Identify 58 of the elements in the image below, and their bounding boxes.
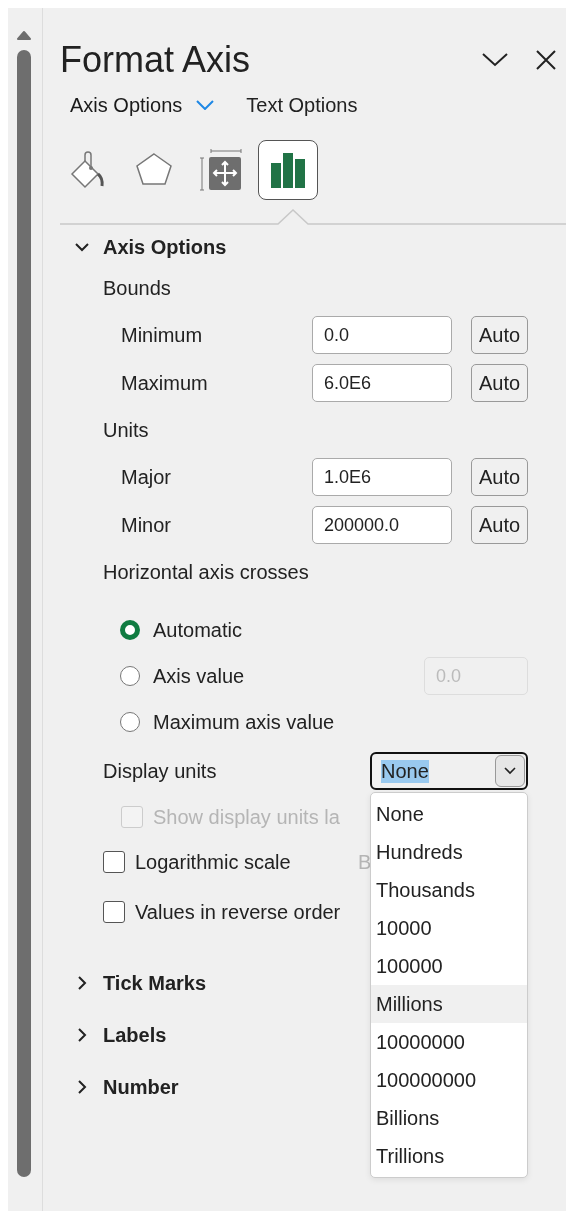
field-label: Maximum — [121, 371, 209, 395]
scroll-up-icon[interactable] — [16, 30, 32, 40]
options-tab[interactable]: Text Options — [246, 93, 358, 117]
input-field[interactable]: 1.0E6 — [312, 458, 452, 496]
radio-label[interactable]: Maximum axis value — [153, 710, 528, 734]
radio-button[interactable] — [120, 712, 140, 732]
input-field[interactable]: 200000.0 — [312, 506, 452, 544]
field-label: B — [358, 850, 372, 874]
chevron-down-icon — [196, 100, 215, 110]
input-field[interactable]: 0.0 — [312, 316, 452, 354]
close-icon[interactable] — [536, 50, 556, 70]
radio-label[interactable]: Automatic — [153, 618, 528, 642]
section-title[interactable]: Labels — [103, 1023, 167, 1047]
menu-item[interactable]: Millions — [371, 985, 527, 1023]
checkbox[interactable] — [103, 901, 125, 923]
chevron-down-icon — [504, 767, 516, 775]
checkbox-label[interactable]: Logarithmic scale — [135, 850, 358, 874]
dropdown-value: None — [381, 759, 429, 783]
dropdown-button[interactable] — [495, 755, 525, 787]
radio-button[interactable] — [120, 620, 140, 640]
group-heading: Bounds — [103, 276, 171, 300]
icon-tab[interactable] — [258, 140, 318, 200]
chevron-down-icon[interactable] — [482, 53, 508, 67]
options-tab[interactable]: Axis Options — [70, 93, 215, 117]
pane-title: Format Axis — [60, 39, 252, 81]
menu-item[interactable]: Billions — [371, 1099, 527, 1137]
input-field[interactable]: 6.0E6 — [312, 364, 452, 402]
section-title[interactable]: Tick Marks — [103, 971, 207, 995]
auto-button[interactable]: Auto — [471, 364, 528, 402]
menu-item[interactable]: Thousands — [371, 871, 527, 909]
menu-item[interactable]: None — [371, 795, 527, 833]
dropdown[interactable]: None — [370, 752, 528, 790]
group-heading: Horizontal axis crosses — [103, 560, 309, 584]
section-title[interactable]: Number — [103, 1075, 179, 1099]
menu-item[interactable]: Trillions — [371, 1137, 527, 1175]
auto-button[interactable]: Auto — [471, 316, 528, 354]
menu-item[interactable]: Hundreds — [371, 833, 527, 871]
group-heading: Units — [103, 418, 149, 442]
menu-item[interactable]: 10000000 — [371, 1023, 527, 1061]
checkbox[interactable] — [103, 851, 125, 873]
field-label: Minimum — [121, 323, 204, 347]
field-label: Display units — [103, 759, 218, 783]
chevron-icon[interactable] — [75, 976, 89, 990]
menu-item[interactable]: 100000000 — [371, 1061, 527, 1099]
auto-button[interactable]: Auto — [471, 458, 528, 496]
field-label: Major — [121, 465, 172, 489]
resize-box-icon — [199, 148, 243, 192]
scrollbar-thumb[interactable] — [17, 50, 31, 1177]
menu-item[interactable]: 100000 — [371, 947, 527, 985]
checkbox-label[interactable]: Values in reverse order — [135, 900, 358, 924]
section-title[interactable]: Axis Options — [103, 235, 227, 259]
menu-item[interactable]: 10000 — [371, 909, 527, 947]
bar-chart-icon — [269, 151, 307, 189]
chevron-icon[interactable] — [75, 1028, 89, 1042]
auto-button[interactable]: Auto — [471, 506, 528, 544]
chevron-icon[interactable] — [75, 240, 89, 254]
chevron-icon[interactable] — [75, 1080, 89, 1094]
field-label: Minor — [121, 513, 172, 537]
